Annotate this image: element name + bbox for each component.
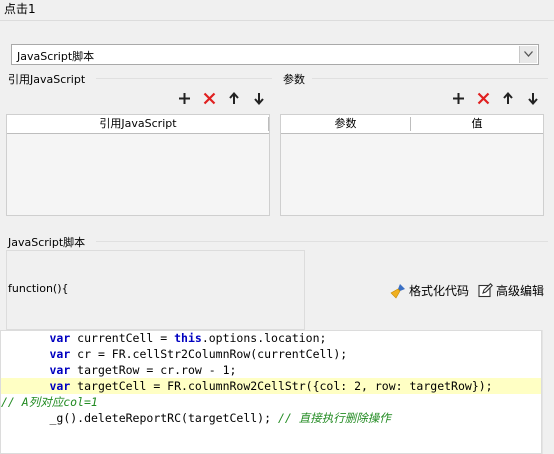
code-token: cr = FR.cellStr2ColumnRow(currentCell); (70, 347, 348, 361)
imports-remove-button[interactable] (199, 88, 219, 108)
dialog-title: 点击1 (4, 2, 36, 16)
plus-icon (452, 92, 464, 104)
arrow-down-icon (254, 92, 264, 105)
imports-table[interactable]: 引用JavaScript (6, 114, 270, 216)
script-type-select[interactable]: JavaScript脚本 (11, 44, 539, 65)
code-keyword: this (174, 331, 202, 345)
plus-icon (178, 92, 190, 104)
imports-add-button[interactable] (174, 88, 194, 108)
code-token: _g().deleteReportRC(targetCell); (49, 411, 278, 425)
edit-icon (478, 283, 493, 298)
code-line[interactable]: // A列对应col=1 (1, 394, 541, 410)
chevron-down-icon (524, 51, 533, 57)
select-dropdown-button[interactable] (519, 46, 537, 63)
script-type-value: JavaScript脚本 (17, 50, 95, 63)
column-header-value[interactable]: 值 (411, 115, 543, 133)
params-table[interactable]: 参数 值 (280, 114, 544, 216)
params-group-line (312, 78, 548, 79)
code-line[interactable]: var targetRow = cr.row - 1; (1, 362, 541, 378)
column-divider (268, 117, 269, 131)
red-x-icon (203, 92, 215, 104)
params-move-down-button[interactable] (523, 88, 543, 108)
code-keyword: var (49, 363, 71, 377)
advanced-edit-label: 高级编辑 (496, 284, 545, 298)
code-keyword: var (49, 331, 71, 345)
params-add-button[interactable] (448, 88, 468, 108)
script-group-label: JavaScript脚本 (8, 236, 86, 249)
imports-move-up-button[interactable] (224, 88, 244, 108)
code-keyword: var (49, 347, 71, 361)
code-line[interactable]: _g().deleteReportRC(targetCell); // 直接执行… (1, 410, 541, 426)
arrow-down-icon (528, 92, 538, 105)
function-signature-panel: function(){ (6, 250, 305, 330)
code-editor[interactable]: var currentCell = this.options.location;… (0, 330, 542, 454)
params-move-up-button[interactable] (498, 88, 518, 108)
code-line[interactable]: var currentCell = this.options.location; (1, 331, 541, 346)
imports-group-label: 引用JavaScript (8, 73, 86, 86)
code-comment: // A列对应col=1 (1, 395, 98, 409)
params-remove-button[interactable] (473, 88, 493, 108)
advanced-edit-button[interactable]: 高级编辑 (478, 282, 544, 299)
editor-vertical-scrollbar[interactable] (542, 330, 554, 454)
arrow-up-icon (503, 91, 513, 104)
function-signature: function(){ (8, 282, 69, 295)
code-token: targetRow = cr.row - 1; (70, 363, 237, 377)
format-code-label: 格式化代码 (409, 284, 470, 298)
code-token: targetCell = FR.columnRow2CellStr({col: … (70, 379, 493, 393)
code-line[interactable]: var cr = FR.cellStr2ColumnRow(currentCel… (1, 346, 541, 362)
script-group-line (96, 241, 548, 242)
arrow-up-icon (229, 91, 239, 104)
imports-group-line (96, 78, 272, 79)
red-x-icon (477, 92, 489, 104)
code-keyword: var (49, 379, 71, 393)
params-group-label: 参数 (283, 73, 305, 86)
code-token: .options.location; (201, 331, 327, 345)
title-divider (0, 20, 554, 21)
imports-move-down-button[interactable] (249, 88, 269, 108)
code-token: currentCell = (70, 331, 175, 345)
column-header-import[interactable]: 引用JavaScript (7, 115, 269, 133)
column-header-param[interactable]: 参数 (281, 115, 410, 133)
params-table-header: 参数 值 (281, 115, 543, 134)
format-code-button[interactable]: 格式化代码 (390, 282, 469, 299)
code-line[interactable]: var targetCell = FR.columnRow2CellStr({c… (1, 378, 541, 394)
code-comment: // 直接执行删除操作 (277, 411, 391, 425)
broom-icon (390, 283, 405, 298)
imports-table-header: 引用JavaScript (7, 115, 269, 134)
